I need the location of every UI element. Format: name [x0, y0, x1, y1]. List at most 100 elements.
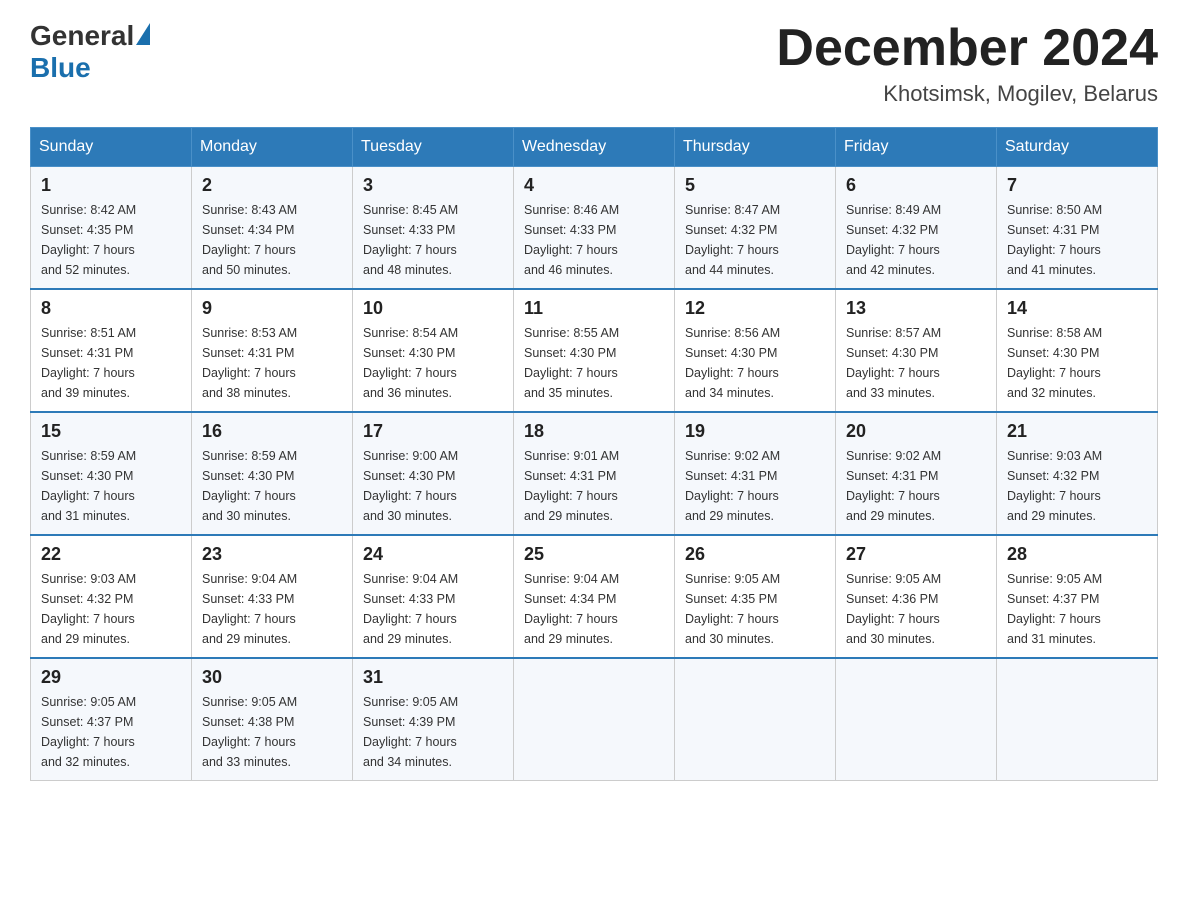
day-number: 5: [685, 175, 825, 196]
day-number: 4: [524, 175, 664, 196]
day-number: 29: [41, 667, 181, 688]
day-number: 6: [846, 175, 986, 196]
day-info: Sunrise: 8:50 AM Sunset: 4:31 PM Dayligh…: [1007, 200, 1147, 280]
day-number: 7: [1007, 175, 1147, 196]
day-info: Sunrise: 8:49 AM Sunset: 4:32 PM Dayligh…: [846, 200, 986, 280]
calendar-week-row: 22Sunrise: 9:03 AM Sunset: 4:32 PM Dayli…: [31, 535, 1158, 658]
day-number: 2: [202, 175, 342, 196]
calendar-day-cell: 26Sunrise: 9:05 AM Sunset: 4:35 PM Dayli…: [675, 535, 836, 658]
day-info: Sunrise: 8:58 AM Sunset: 4:30 PM Dayligh…: [1007, 323, 1147, 403]
location-title: Khotsimsk, Mogilev, Belarus: [776, 81, 1158, 107]
day-number: 15: [41, 421, 181, 442]
day-info: Sunrise: 8:59 AM Sunset: 4:30 PM Dayligh…: [41, 446, 181, 526]
calendar-day-cell: 7 Sunrise: 8:50 AM Sunset: 4:31 PM Daylig…: [997, 167, 1158, 290]
day-info: Sunrise: 8:53 AM Sunset: 4:31 PM Dayligh…: [202, 323, 342, 403]
day-number: 31: [363, 667, 503, 688]
day-info: Sunrise: 9:03 AM Sunset: 4:32 PM Dayligh…: [1007, 446, 1147, 526]
day-info: Sunrise: 9:04 AM Sunset: 4:34 PM Dayligh…: [524, 569, 664, 649]
day-number: 20: [846, 421, 986, 442]
day-info: Sunrise: 8:59 AM Sunset: 4:30 PM Dayligh…: [202, 446, 342, 526]
weekday-header-sunday: Sunday: [31, 128, 192, 167]
day-info: Sunrise: 9:01 AM Sunset: 4:31 PM Dayligh…: [524, 446, 664, 526]
day-number: 23: [202, 544, 342, 565]
logo-blue-text: Blue: [30, 52, 91, 83]
day-number: 21: [1007, 421, 1147, 442]
calendar-day-cell: 19 Sunrise: 9:02 AM Sunset: 4:31 PM Dayli…: [675, 412, 836, 535]
day-info: Sunrise: 9:05 AM Sunset: 4:39 PM Dayligh…: [363, 692, 503, 772]
month-title: December 2024: [776, 20, 1158, 77]
day-number: 24: [363, 544, 503, 565]
calendar-day-cell: 16 Sunrise: 8:59 AM Sunset: 4:30 PM Dayli…: [192, 412, 353, 535]
weekday-header-wednesday: Wednesday: [514, 128, 675, 167]
day-info: Sunrise: 9:05 AM Sunset: 4:38 PM Dayligh…: [202, 692, 342, 772]
weekday-header-tuesday: Tuesday: [353, 128, 514, 167]
day-info: Sunrise: 8:51 AM Sunset: 4:31 PM Dayligh…: [41, 323, 181, 403]
day-info: Sunrise: 8:55 AM Sunset: 4:30 PM Dayligh…: [524, 323, 664, 403]
calendar-day-cell: 28Sunrise: 9:05 AM Sunset: 4:37 PM Dayli…: [997, 535, 1158, 658]
logo-triangle-icon: [136, 23, 150, 45]
day-info: Sunrise: 8:54 AM Sunset: 4:30 PM Dayligh…: [363, 323, 503, 403]
calendar-day-cell: 18Sunrise: 9:01 AM Sunset: 4:31 PM Dayli…: [514, 412, 675, 535]
day-info: Sunrise: 9:04 AM Sunset: 4:33 PM Dayligh…: [363, 569, 503, 649]
logo-general-text: General: [30, 20, 134, 52]
calendar-week-row: 15 Sunrise: 8:59 AM Sunset: 4:30 PM Dayli…: [31, 412, 1158, 535]
calendar-week-row: 8 Sunrise: 8:51 AM Sunset: 4:31 PM Daylig…: [31, 289, 1158, 412]
calendar-day-cell: [514, 658, 675, 781]
day-number: 14: [1007, 298, 1147, 319]
logo: General Blue: [30, 20, 150, 84]
day-info: Sunrise: 9:02 AM Sunset: 4:31 PM Dayligh…: [846, 446, 986, 526]
calendar-week-row: 1 Sunrise: 8:42 AM Sunset: 4:35 PM Daylig…: [31, 167, 1158, 290]
calendar-day-cell: 1 Sunrise: 8:42 AM Sunset: 4:35 PM Daylig…: [31, 167, 192, 290]
day-number: 13: [846, 298, 986, 319]
calendar-day-cell: 27Sunrise: 9:05 AM Sunset: 4:36 PM Dayli…: [836, 535, 997, 658]
day-number: 9: [202, 298, 342, 319]
calendar-day-cell: 30 Sunrise: 9:05 AM Sunset: 4:38 PM Dayli…: [192, 658, 353, 781]
calendar-day-cell: 8 Sunrise: 8:51 AM Sunset: 4:31 PM Daylig…: [31, 289, 192, 412]
calendar-day-cell: 31 Sunrise: 9:05 AM Sunset: 4:39 PM Dayli…: [353, 658, 514, 781]
calendar-day-cell: 6 Sunrise: 8:49 AM Sunset: 4:32 PM Daylig…: [836, 167, 997, 290]
day-info: Sunrise: 8:46 AM Sunset: 4:33 PM Dayligh…: [524, 200, 664, 280]
day-number: 19: [685, 421, 825, 442]
calendar-week-row: 29 Sunrise: 9:05 AM Sunset: 4:37 PM Dayli…: [31, 658, 1158, 781]
day-info: Sunrise: 9:02 AM Sunset: 4:31 PM Dayligh…: [685, 446, 825, 526]
day-info: Sunrise: 9:05 AM Sunset: 4:36 PM Dayligh…: [846, 569, 986, 649]
day-number: 12: [685, 298, 825, 319]
weekday-header-friday: Friday: [836, 128, 997, 167]
calendar-day-cell: 5 Sunrise: 8:47 AM Sunset: 4:32 PM Daylig…: [675, 167, 836, 290]
weekday-header-monday: Monday: [192, 128, 353, 167]
day-number: 30: [202, 667, 342, 688]
calendar-day-cell: 21 Sunrise: 9:03 AM Sunset: 4:32 PM Dayli…: [997, 412, 1158, 535]
page-header: General Blue December 2024 Khotsimsk, Mo…: [30, 20, 1158, 107]
calendar-day-cell: [675, 658, 836, 781]
calendar-day-cell: 25 Sunrise: 9:04 AM Sunset: 4:34 PM Dayli…: [514, 535, 675, 658]
calendar-day-cell: [997, 658, 1158, 781]
day-info: Sunrise: 8:42 AM Sunset: 4:35 PM Dayligh…: [41, 200, 181, 280]
calendar-day-cell: 3Sunrise: 8:45 AM Sunset: 4:33 PM Daylig…: [353, 167, 514, 290]
day-info: Sunrise: 9:05 AM Sunset: 4:37 PM Dayligh…: [41, 692, 181, 772]
calendar-day-cell: 17Sunrise: 9:00 AM Sunset: 4:30 PM Dayli…: [353, 412, 514, 535]
day-number: 3: [363, 175, 503, 196]
weekday-header-saturday: Saturday: [997, 128, 1158, 167]
day-number: 25: [524, 544, 664, 565]
day-info: Sunrise: 8:43 AM Sunset: 4:34 PM Dayligh…: [202, 200, 342, 280]
title-area: December 2024 Khotsimsk, Mogilev, Belaru…: [776, 20, 1158, 107]
day-number: 8: [41, 298, 181, 319]
calendar-day-cell: 2 Sunrise: 8:43 AM Sunset: 4:34 PM Daylig…: [192, 167, 353, 290]
day-info: Sunrise: 8:56 AM Sunset: 4:30 PM Dayligh…: [685, 323, 825, 403]
calendar-table: SundayMondayTuesdayWednesdayThursdayFrid…: [30, 127, 1158, 781]
calendar-day-cell: 9 Sunrise: 8:53 AM Sunset: 4:31 PM Daylig…: [192, 289, 353, 412]
day-info: Sunrise: 8:47 AM Sunset: 4:32 PM Dayligh…: [685, 200, 825, 280]
calendar-day-cell: 4 Sunrise: 8:46 AM Sunset: 4:33 PM Daylig…: [514, 167, 675, 290]
calendar-day-cell: 24 Sunrise: 9:04 AM Sunset: 4:33 PM Dayli…: [353, 535, 514, 658]
calendar-day-cell: 13Sunrise: 8:57 AM Sunset: 4:30 PM Dayli…: [836, 289, 997, 412]
day-info: Sunrise: 9:00 AM Sunset: 4:30 PM Dayligh…: [363, 446, 503, 526]
day-number: 16: [202, 421, 342, 442]
calendar-day-cell: 22Sunrise: 9:03 AM Sunset: 4:32 PM Dayli…: [31, 535, 192, 658]
calendar-day-cell: 15 Sunrise: 8:59 AM Sunset: 4:30 PM Dayli…: [31, 412, 192, 535]
day-info: Sunrise: 9:03 AM Sunset: 4:32 PM Dayligh…: [41, 569, 181, 649]
weekday-header-row: SundayMondayTuesdayWednesdayThursdayFrid…: [31, 128, 1158, 167]
day-number: 1: [41, 175, 181, 196]
day-info: Sunrise: 9:04 AM Sunset: 4:33 PM Dayligh…: [202, 569, 342, 649]
calendar-day-cell: 20 Sunrise: 9:02 AM Sunset: 4:31 PM Dayli…: [836, 412, 997, 535]
day-number: 28: [1007, 544, 1147, 565]
